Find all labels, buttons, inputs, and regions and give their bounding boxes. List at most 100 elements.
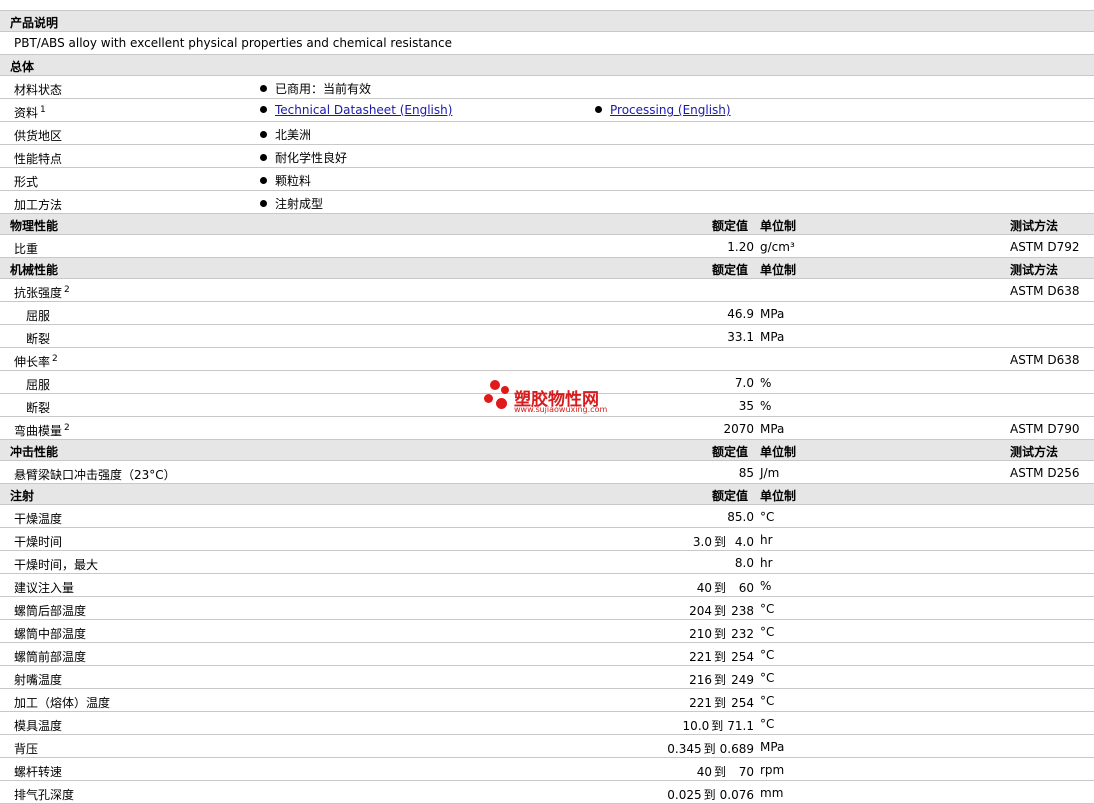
- property-subrow: 屈服 46.9 MPa: [0, 302, 1094, 325]
- row-value: 1.20: [727, 240, 754, 254]
- row-value: 7.0: [734, 376, 754, 390]
- row-unit: °C: [760, 625, 775, 639]
- range-to: 到: [713, 627, 726, 641]
- column-header-method: 测试方法: [1010, 219, 1059, 233]
- range-max: 70: [738, 765, 754, 779]
- logo-dot-icon: [490, 380, 500, 390]
- range-min: 40: [696, 765, 712, 779]
- row-value-range: 0.025 到 0.076: [662, 786, 754, 803]
- row-unit: °C: [760, 671, 775, 685]
- row-value: 85: [738, 466, 754, 480]
- logo-dot-icon: [484, 394, 493, 403]
- row-unit: %: [760, 376, 772, 390]
- bullet-icon: [260, 154, 267, 161]
- range-max: 254: [731, 650, 754, 664]
- property-row: 射嘴温度 216 到 249 °C: [0, 666, 1094, 689]
- watermark-url: www.sujiaowuxing.com: [514, 405, 608, 414]
- row-method: ASTM D256: [1010, 466, 1080, 480]
- row-value-range: 0.345 到 0.689: [662, 740, 754, 757]
- row-unit: °C: [760, 694, 775, 708]
- row-value-range: 221 到 254: [672, 694, 754, 711]
- range-min: 3.0: [692, 535, 712, 549]
- row-label: 断裂: [26, 401, 51, 415]
- range-min: 221: [689, 696, 712, 710]
- injection-rows: 干燥温度 85.0 °C 干燥时间 3.0 到 4.0 hr 干燥时间，最大 8.0…: [0, 505, 1094, 804]
- property-row: 干燥温度 85.0 °C: [0, 505, 1094, 528]
- top-spacer: [0, 0, 1094, 11]
- range-to: 到: [713, 673, 726, 687]
- bullet-icon: [260, 131, 267, 138]
- processing-link[interactable]: Processing (English): [610, 103, 731, 117]
- range-to: 到: [713, 696, 726, 710]
- bullet-item: 颗粒料: [260, 172, 311, 189]
- range-to: 到: [703, 788, 716, 802]
- bullet-item: 耐化学性良好: [260, 149, 347, 166]
- bullet-icon: [260, 177, 267, 184]
- property-row: 干燥时间，最大 8.0 hr: [0, 551, 1094, 574]
- row-method: ASTM D638: [1010, 284, 1080, 298]
- row-label: 射嘴温度: [14, 673, 63, 687]
- bullet-icon: [260, 106, 267, 113]
- property-row: 干燥时间 3.0 到 4.0 hr: [0, 528, 1094, 551]
- row-value-range: 40 到 60: [672, 579, 754, 596]
- row-value: 8.0: [734, 556, 754, 570]
- column-header-value: 额定值: [712, 219, 749, 233]
- range-to: 到: [713, 581, 726, 595]
- column-header-value: 额定值: [712, 489, 749, 503]
- row-label: 伸长率 2: [14, 353, 58, 370]
- row-unit: °C: [760, 602, 775, 616]
- bullet-text: 耐化学性良好: [275, 151, 348, 165]
- property-row: 比重 1.20 g/cm³ ASTM D792: [0, 235, 1094, 258]
- row-label: 屈服: [26, 378, 51, 392]
- column-header-unit: 单位制: [760, 445, 797, 459]
- bullet-item: 已商用：当前有效: [260, 80, 371, 97]
- section-header-description: 产品说明: [0, 11, 1094, 32]
- bullet-item: 北美洲: [260, 126, 311, 143]
- property-row: 建议注入量 40 到 60 %: [0, 574, 1094, 597]
- row-unit: MPa: [760, 422, 785, 436]
- property-subrow: 断裂 33.1 MPa: [0, 325, 1094, 348]
- row-label: 螺筒后部温度: [14, 604, 87, 618]
- section-header-injection: 注射 额定值 单位制: [0, 484, 1094, 505]
- row-label: 抗张强度 2: [14, 284, 70, 301]
- logo-dot-icon: [501, 386, 509, 394]
- row-value-range: 221 到 254: [672, 648, 754, 665]
- general-row: 形式 颗粒料: [0, 168, 1094, 191]
- property-row: 排气孔深度 0.025 到 0.076 mm: [0, 781, 1094, 804]
- range-max: 238: [731, 604, 754, 618]
- row-method: ASTM D790: [1010, 422, 1080, 436]
- row-label: 加工（熔体）温度: [14, 696, 111, 710]
- range-min: 210: [689, 627, 712, 641]
- bullet-item: Processing (English): [595, 103, 731, 117]
- row-method: ASTM D792: [1010, 240, 1080, 254]
- column-header-method: 测试方法: [1010, 263, 1059, 277]
- range-max: 71.1: [727, 719, 754, 733]
- range-max: 60: [738, 581, 754, 595]
- row-unit: g/cm³: [760, 240, 795, 254]
- row-label: 屈服: [26, 309, 51, 323]
- row-label: 断裂: [26, 332, 51, 346]
- range-min: 204: [689, 604, 712, 618]
- bullet-icon: [260, 85, 267, 92]
- row-label: 螺筒前部温度: [14, 650, 87, 664]
- section-title: 注射: [10, 489, 35, 503]
- technical-datasheet-link[interactable]: Technical Datasheet (English): [275, 103, 452, 117]
- general-row: 性能特点 耐化学性良好: [0, 145, 1094, 168]
- row-label: 形式: [14, 175, 39, 189]
- general-row: 加工方法 注射成型: [0, 191, 1094, 214]
- description-row: PBT/ABS alloy with excellent physical pr…: [0, 32, 1094, 55]
- row-value: 2070: [723, 422, 754, 436]
- property-row: 悬臂梁缺口冲击强度（23°C） 85 J/m ASTM D256: [0, 461, 1094, 484]
- row-unit: MPa: [760, 307, 785, 321]
- row-value: 85.0: [727, 510, 754, 524]
- property-row: 抗张强度 2 ASTM D638: [0, 279, 1094, 302]
- bullet-icon: [595, 106, 602, 113]
- row-label: 螺筒中部温度: [14, 627, 87, 641]
- column-header-value: 额定值: [712, 445, 749, 459]
- row-unit: hr: [760, 556, 773, 570]
- row-label: 悬臂梁缺口冲击强度（23°C）: [14, 468, 176, 482]
- row-value-range: 216 到 249: [672, 671, 754, 688]
- row-method: ASTM D638: [1010, 353, 1080, 367]
- range-max: 0.689: [719, 742, 754, 756]
- row-label: 加工方法: [14, 198, 63, 212]
